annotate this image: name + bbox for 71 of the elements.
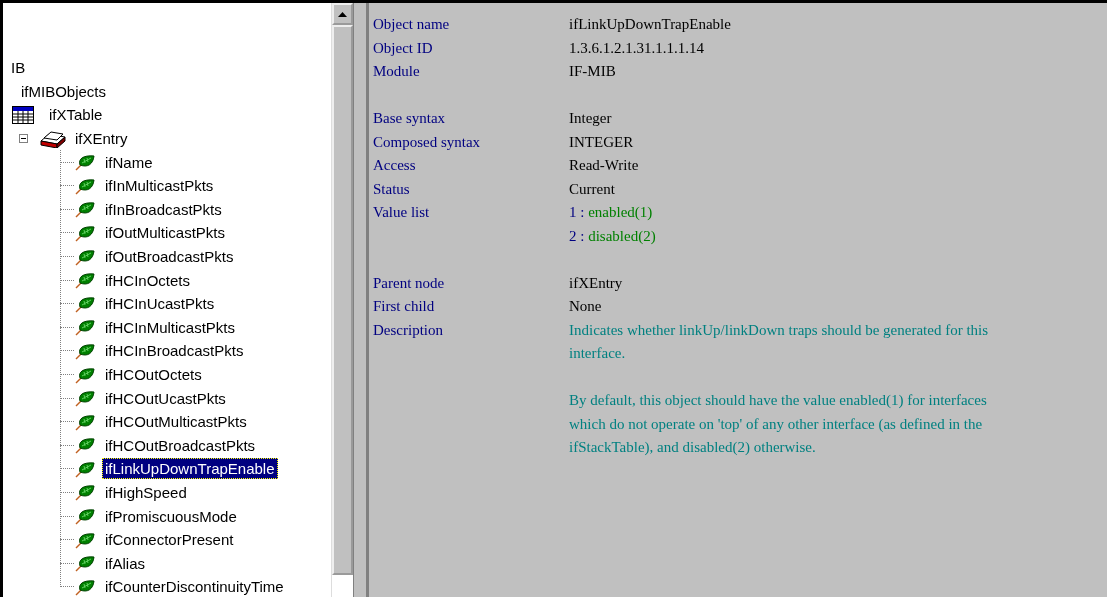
leaf-icon [74, 412, 96, 431]
tree-item[interactable]: ifConnectorPresent [102, 529, 237, 551]
field-label: Module [373, 62, 421, 81]
enum-value: 1 : enabled(1) [569, 203, 654, 222]
field-label: First child [373, 297, 436, 316]
description-text: Indicates whether linkUp/linkDown traps should be generated for this interface. [569, 320, 990, 363]
leaf-icon [74, 341, 96, 360]
field-value: Integer [569, 109, 612, 128]
field-value: Current [569, 179, 615, 199]
leaf-icon [74, 318, 96, 337]
leaf-icon [74, 176, 96, 195]
leaf-icon [74, 389, 96, 408]
leaf-icon [74, 153, 96, 172]
field-value: ifLinkUpDownTrapEnable [569, 15, 731, 34]
scroll-up-button[interactable] [332, 3, 353, 25]
tree-item[interactable]: ifCounterDiscontinuityTime [102, 576, 287, 597]
tree-item[interactable]: ifLinkUpDownTrapEnable [102, 458, 278, 480]
leaf-icon [74, 200, 96, 219]
tree-item[interactable]: ifHCInUcastPkts [102, 293, 218, 315]
enum-value: 2 : disabled(2) [569, 226, 656, 246]
tree-item[interactable]: ifOutBroadcastPkts [102, 246, 237, 268]
tree-item[interactable]: ifHCOutMulticastPkts [102, 411, 250, 433]
field-label: Object ID [373, 38, 434, 58]
tree-item[interactable]: ifMIBObjects [18, 80, 110, 102]
tree-item[interactable]: ifHCOutUcastPkts [102, 387, 229, 409]
field-label: Object name [373, 15, 451, 34]
field-label: Base syntax [373, 109, 447, 128]
tree-item[interactable]: ifInMulticastPkts [102, 175, 217, 197]
field-value: ifXEntry [569, 273, 623, 293]
tree-item[interactable]: ifOutMulticastPkts [102, 222, 229, 244]
field-label: Access [373, 156, 417, 175]
up-arrow-icon [338, 11, 347, 17]
tree-item[interactable]: ifHighSpeed [102, 482, 190, 503]
field-label: Parent node [373, 273, 446, 293]
leaf-icon [74, 223, 96, 242]
leaf-icon [74, 459, 96, 478]
leaf-icon [74, 247, 96, 266]
tree-item[interactable]: ifHCInBroadcastPkts [102, 340, 247, 362]
leaf-icon [74, 483, 96, 502]
field-label: Status [373, 179, 411, 199]
leaf-icon [74, 577, 96, 596]
tree-item[interactable]: ifPromiscuousMode [102, 505, 240, 527]
field-value: 1.3.6.1.2.1.31.1.1.1.14 [569, 38, 704, 58]
leaf-icon [74, 294, 96, 313]
field-label: Value list [373, 203, 431, 222]
field-label: Description [373, 320, 444, 340]
leaf-icon [74, 530, 96, 549]
leaf-icon [74, 507, 96, 526]
tree-item[interactable]: ifHCInOctets [102, 269, 194, 291]
tree-item[interactable]: ifXEntry [72, 128, 131, 150]
card-stack-icon [40, 129, 66, 148]
tree-item[interactable]: ifXTable [46, 104, 106, 126]
leaf-icon [74, 365, 96, 384]
leaf-icon [74, 554, 96, 573]
field-value: Read-Write [569, 156, 639, 175]
field-value: None [569, 297, 602, 316]
tree-item[interactable]: ifAlias [102, 552, 148, 574]
tree-item[interactable]: ifName [102, 151, 156, 173]
field-label: Composed syntax [373, 132, 482, 152]
field-value: IF-MIB [569, 62, 616, 81]
tree-item[interactable]: ifHCOutBroadcastPkts [102, 434, 259, 456]
field-value: INTEGER [569, 132, 634, 152]
collapse-toggle[interactable] [19, 134, 28, 144]
leaf-icon [74, 271, 96, 290]
description-text: By default, this object should have the value enabled(1) for interfaces which do not operate on 'top' of any other interface (as defined in the ifStackTable), and disabled(2) otherwise. [569, 391, 988, 457]
tree-item[interactable]: IB [8, 57, 29, 79]
tree-item[interactable]: ifInBroadcastPkts [102, 198, 225, 220]
tree-item[interactable]: ifHCOutOctets [102, 364, 205, 385]
tree-item[interactable]: ifHCInMulticastPkts [102, 316, 239, 338]
leaf-icon [74, 436, 96, 455]
table-icon [12, 106, 34, 124]
